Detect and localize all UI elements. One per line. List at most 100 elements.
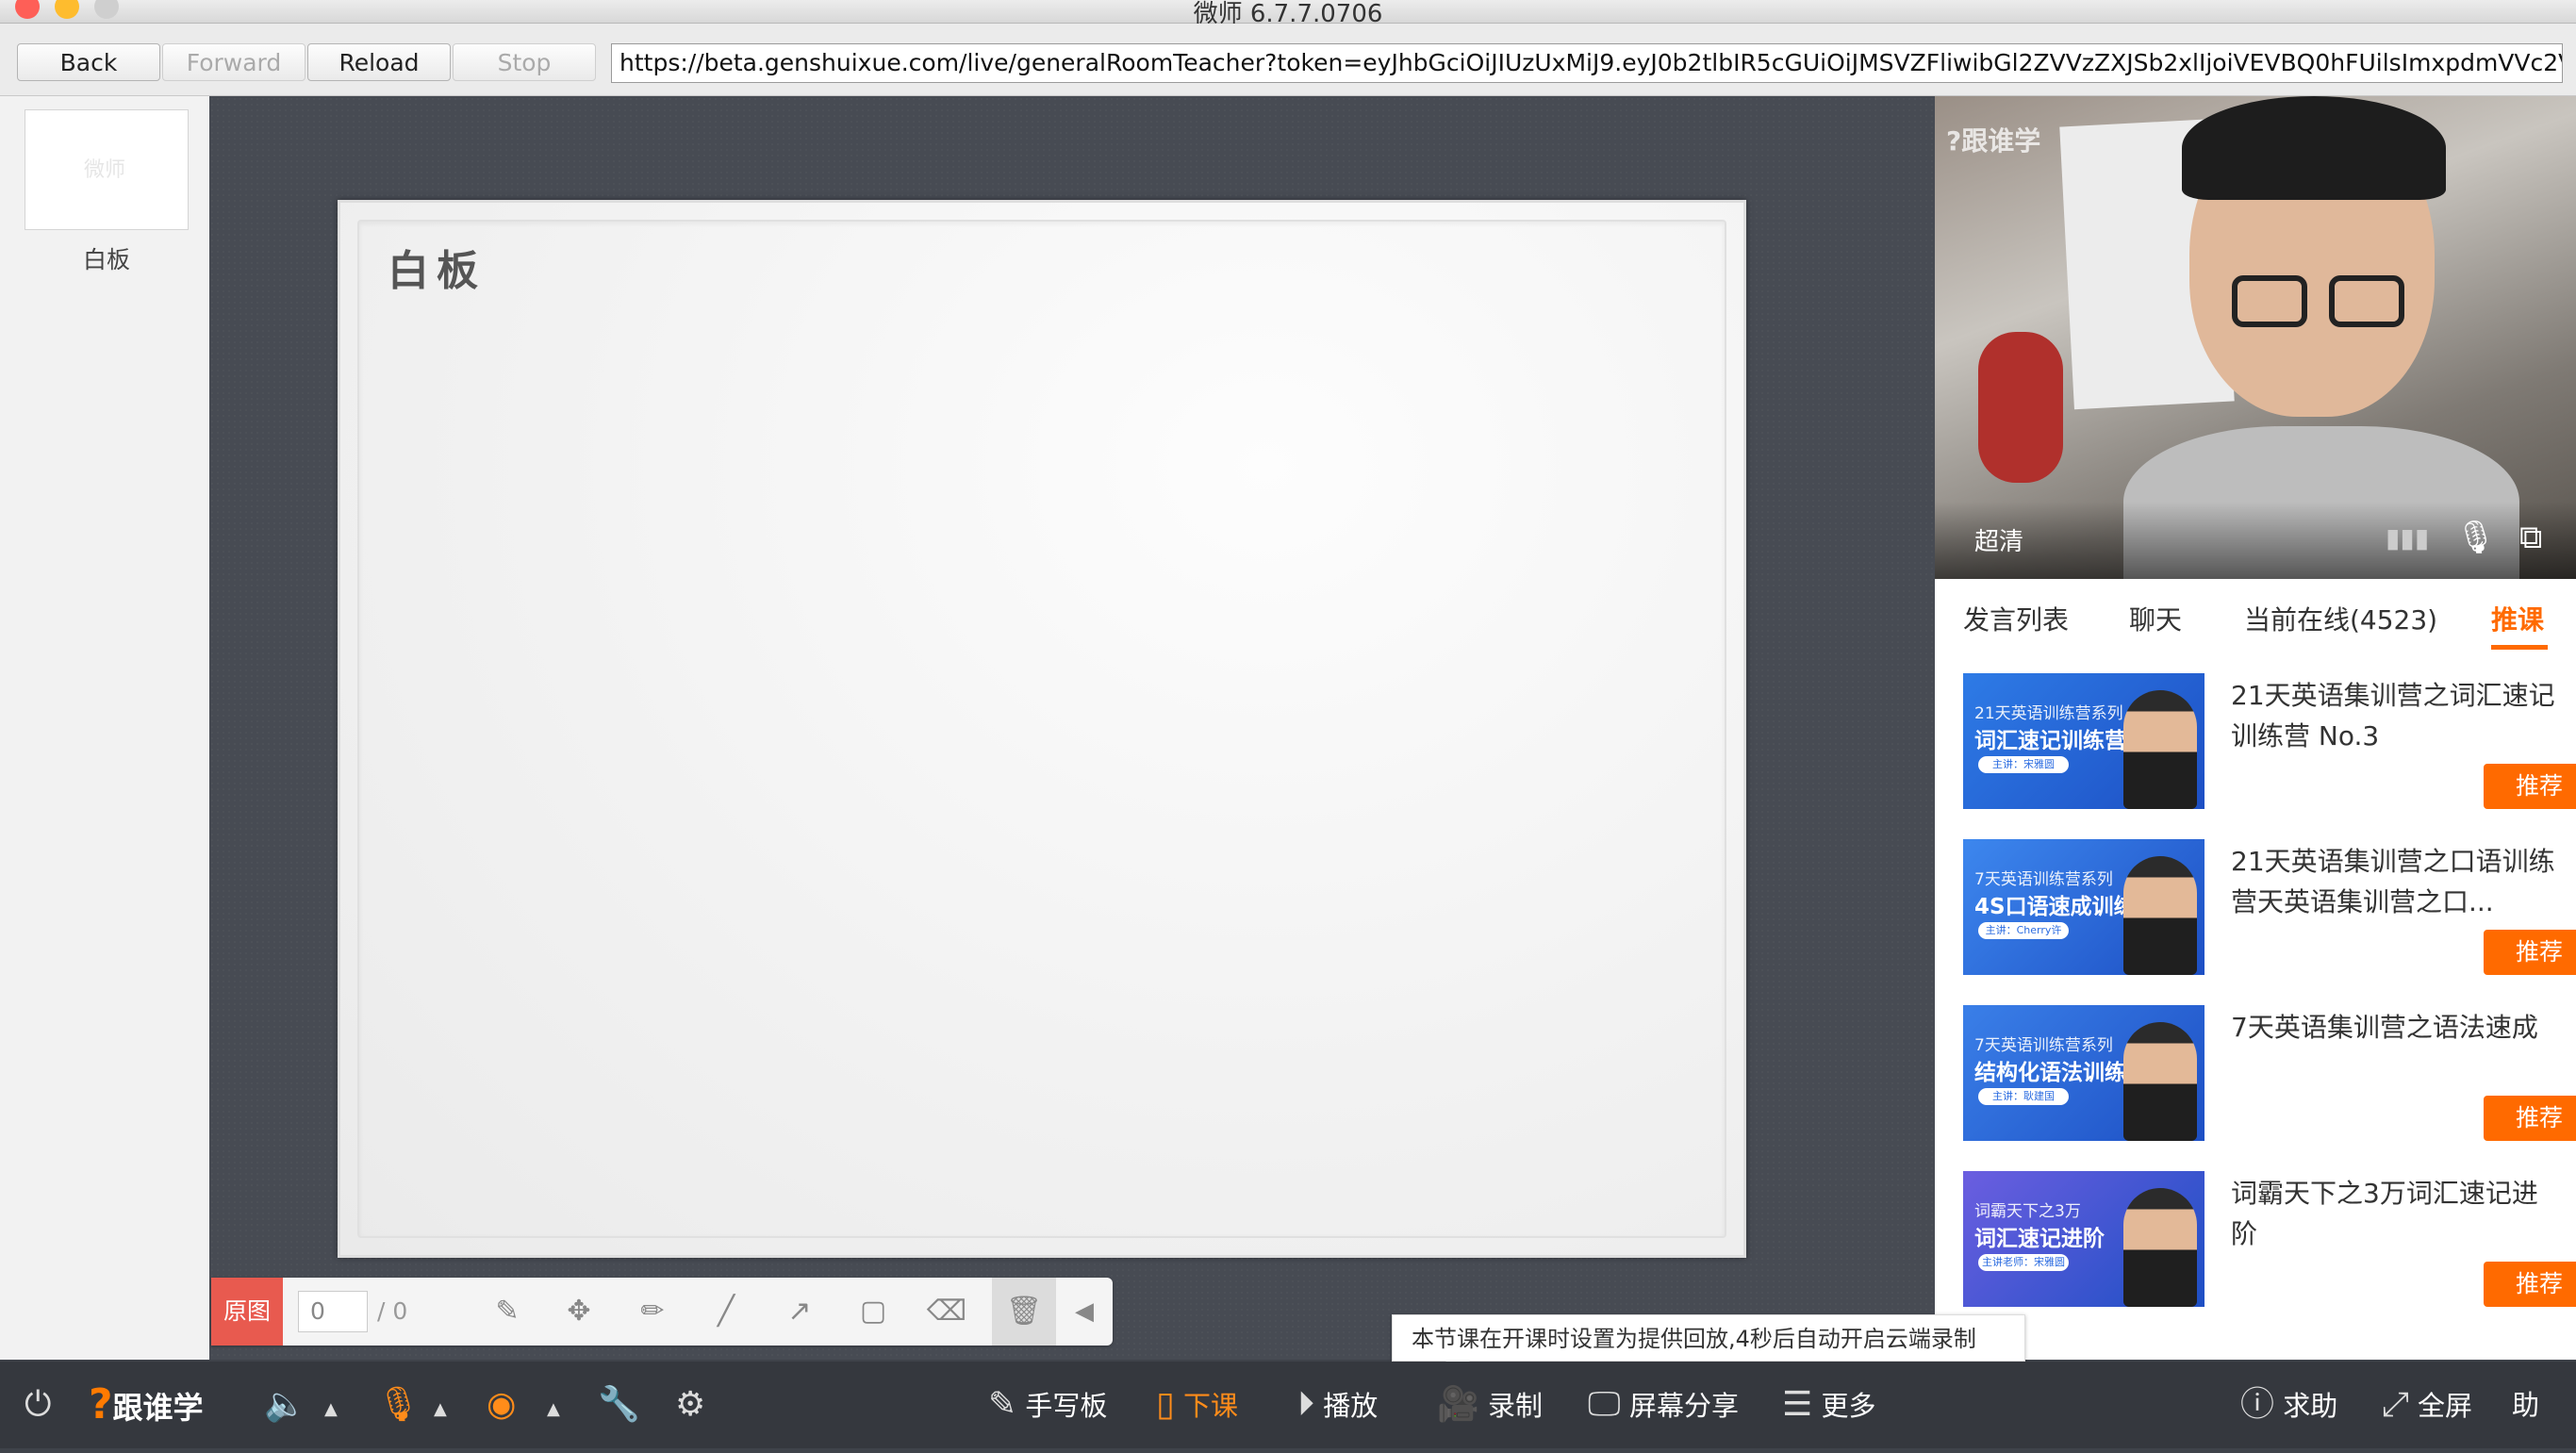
screen-share-button[interactable]: 🖵 屏幕分享 xyxy=(1588,1362,1739,1448)
fullscreen-icon: ⤢ xyxy=(2382,1385,2409,1424)
power-button[interactable]: ⏻ xyxy=(25,1362,51,1448)
course-camp-label: 结构化语法训练营 xyxy=(1974,1061,2148,1085)
whiteboard[interactable]: 白板 xyxy=(338,200,1746,1258)
course-series-label: 7天英语训练营系列 xyxy=(1974,870,2113,889)
microphone-icon[interactable]: 🎙 xyxy=(2455,519,2496,556)
play-icon: ⏵ xyxy=(1297,1385,1314,1424)
eraser-tool-icon[interactable]: ⌫ xyxy=(926,1291,967,1332)
handwriting-label: 手写板 xyxy=(1025,1390,1108,1422)
pencil-tool-icon[interactable]: ✏ xyxy=(632,1291,673,1332)
side-panel: 发言列表 聊天 当前在线(4523) 推课 21天英语训练营系列 词汇速记训练营… xyxy=(1935,579,2576,1360)
rectangle-tool-icon[interactable]: ▢ xyxy=(852,1291,894,1332)
main-toolbar: ⏻ ?跟谁学 🔈 ▲ 🎙 ▲ ◉ ▲ 🔧 ⚙ ✎ 手写板 ▯ 下课 ⏵ 播放 🎥… xyxy=(0,1362,2576,1448)
speaker-button[interactable]: 🔈 xyxy=(264,1362,306,1448)
thumbnail-logo: 微师 xyxy=(83,158,125,182)
course-camp-label: 词汇速记进阶 xyxy=(1974,1227,2105,1251)
playback-label: 播放 xyxy=(1323,1390,1379,1422)
course-title: 21天英语集训营之口语训练营天英语集训营之口... xyxy=(2231,846,2555,917)
original-image-button[interactable]: 原图 xyxy=(211,1278,283,1346)
course-thumbnail[interactable]: 21天英语训练营系列 词汇速记训练营 主讲：宋雅圆 xyxy=(1963,673,2204,809)
line-tool-icon[interactable]: ╱ xyxy=(705,1291,747,1332)
recommend-button[interactable]: 推荐 xyxy=(2484,930,2576,975)
tab-chat[interactable]: 聊天 xyxy=(2129,600,2182,637)
playback-button[interactable]: ⏵ 播放 xyxy=(1297,1362,1378,1448)
course-teacher-pill: 主讲：耿建国 xyxy=(1978,1088,2069,1105)
brand-logo: ?跟谁学 xyxy=(89,1362,204,1448)
fullscreen-button[interactable]: ⤢ 全屏 xyxy=(2382,1362,2472,1448)
camera-icon: ◉ xyxy=(487,1385,517,1424)
trash-icon: 🗑 xyxy=(1005,1295,1043,1328)
whiteboard-title: 白板 xyxy=(388,247,486,295)
handwriting-button[interactable]: ✎ 手写板 xyxy=(988,1362,1107,1448)
camera-dropdown[interactable]: ▲ xyxy=(547,1362,560,1448)
help-icon: ⓘ xyxy=(2240,1385,2275,1424)
record-label: 录制 xyxy=(1488,1390,1544,1422)
teacher-video[interactable]: ?跟谁学 超清 ▮▮▮ 🎙 ⧉ xyxy=(1935,96,2576,579)
course-teacher-photo xyxy=(2123,856,2197,975)
tab-online[interactable]: 当前在线(4523) xyxy=(2244,600,2437,637)
camera-button[interactable]: ◉ xyxy=(487,1362,516,1448)
course-series-label: 词霸天下之3万 xyxy=(1974,1202,2081,1221)
course-camp-label: 词汇速记训练营 xyxy=(1974,729,2126,753)
stop-button[interactable]: Stop xyxy=(453,43,596,81)
end-class-button[interactable]: ▯ 下课 xyxy=(1156,1362,1238,1448)
microphone-dropdown[interactable]: ▲ xyxy=(434,1362,447,1448)
trash-button[interactable]: 🗑 xyxy=(992,1278,1056,1346)
back-button[interactable]: Back xyxy=(17,43,160,81)
tab-speech-list[interactable]: 发言列表 xyxy=(1963,600,2069,637)
video-person-glasses-right xyxy=(2329,275,2404,327)
course-teacher-photo xyxy=(2123,1188,2197,1307)
move-tool-icon[interactable]: ✥ xyxy=(558,1291,600,1332)
browser-toolbar: Back Forward Reload Stop https://beta.ge… xyxy=(0,24,2576,96)
brand-question-icon: ? xyxy=(89,1380,113,1428)
tab-recommend-course[interactable]: 推课 xyxy=(2491,600,2544,637)
switch-window-icon[interactable]: ⧉ xyxy=(2519,519,2542,556)
recommend-button[interactable]: 推荐 xyxy=(2484,1096,2576,1141)
recording-tooltip: 本节课在开课时设置为提供回放,4秒后自动开启云端录制 xyxy=(1392,1314,2025,1362)
active-tab-indicator xyxy=(2491,645,2548,650)
assist-label: 助 xyxy=(2512,1389,2540,1421)
course-series-label: 7天英语训练营系列 xyxy=(1974,1036,2113,1055)
tools-button[interactable]: 🔧 xyxy=(598,1362,640,1448)
settings-button[interactable]: ⚙ xyxy=(675,1362,705,1448)
video-background-chair xyxy=(1978,332,2063,483)
pen-icon: ✎ xyxy=(988,1385,1017,1424)
page-total: / 0 xyxy=(377,1297,408,1325)
speaker-dropdown[interactable]: ▲ xyxy=(324,1362,338,1448)
video-camera-icon: 🎥 xyxy=(1437,1385,1479,1424)
slide-thumbnail-panel: 微师 白板 xyxy=(0,96,209,1360)
help-button[interactable]: ⓘ 求助 xyxy=(2240,1362,2337,1448)
caret-up-icon: ▲ xyxy=(324,1399,338,1419)
course-teacher-pill: 主讲：Cherry许 xyxy=(1978,922,2069,939)
course-thumbnail[interactable]: 词霸天下之3万 词汇速记进阶 主讲老师：宋雅圆 xyxy=(1963,1171,2204,1307)
caret-up-icon: ▲ xyxy=(434,1399,447,1419)
course-thumbnail[interactable]: 7天英语训练营系列 4S口语速成训练营 主讲：Cherry许 xyxy=(1963,839,2204,975)
record-button[interactable]: 🎥 录制 xyxy=(1437,1362,1543,1448)
forward-button[interactable]: Forward xyxy=(162,43,305,81)
end-class-icon: ▯ xyxy=(1156,1385,1175,1424)
course-thumbnail[interactable]: 7天英语训练营系列 结构化语法训练营 主讲：耿建国 xyxy=(1963,1005,2204,1141)
microphone-icon: 🎙 xyxy=(377,1385,421,1424)
course-item: 7天英语训练营系列 结构化语法训练营 主讲：耿建国 7天英语集训营之语法速成 推… xyxy=(1963,1005,2576,1147)
url-field[interactable]: https://beta.genshuixue.com/live/general… xyxy=(611,43,2563,83)
slide-thumbnail[interactable]: 微师 xyxy=(25,109,189,230)
course-title: 7天英语集训营之语法速成 xyxy=(2231,1012,2538,1043)
end-class-label: 下课 xyxy=(1183,1390,1239,1422)
brand-name: 跟谁学 xyxy=(112,1390,204,1426)
arrow-tool-icon[interactable]: ↗ xyxy=(779,1291,820,1332)
fullscreen-label: 全屏 xyxy=(2418,1390,2473,1422)
course-teacher-photo xyxy=(2123,690,2197,809)
course-teacher-pill: 主讲老师：宋雅圆 xyxy=(1978,1254,2069,1271)
course-item: 21天英语训练营系列 词汇速记训练营 主讲：宋雅圆 21天英语集训营之词汇速记训… xyxy=(1963,673,2576,815)
microphone-button[interactable]: 🎙 xyxy=(377,1362,421,1448)
recommend-button[interactable]: 推荐 xyxy=(2484,1262,2576,1307)
pen-tool-icon[interactable]: ✎ xyxy=(487,1291,528,1332)
video-quality-selector[interactable]: 超清 xyxy=(1974,522,2023,557)
course-item: 词霸天下之3万 词汇速记进阶 主讲老师：宋雅圆 词霸天下之3万词汇速记进阶 推荐 xyxy=(1963,1171,2576,1313)
assist-button[interactable]: 助 xyxy=(2512,1362,2539,1448)
page-number-input[interactable]: 0 xyxy=(298,1291,368,1332)
collapse-toolbar-icon[interactable]: ◀ xyxy=(1064,1291,1105,1332)
recommend-button[interactable]: 推荐 xyxy=(2484,764,2576,809)
reload-button[interactable]: Reload xyxy=(307,43,451,81)
more-button[interactable]: ☰ 更多 xyxy=(1782,1362,1876,1448)
